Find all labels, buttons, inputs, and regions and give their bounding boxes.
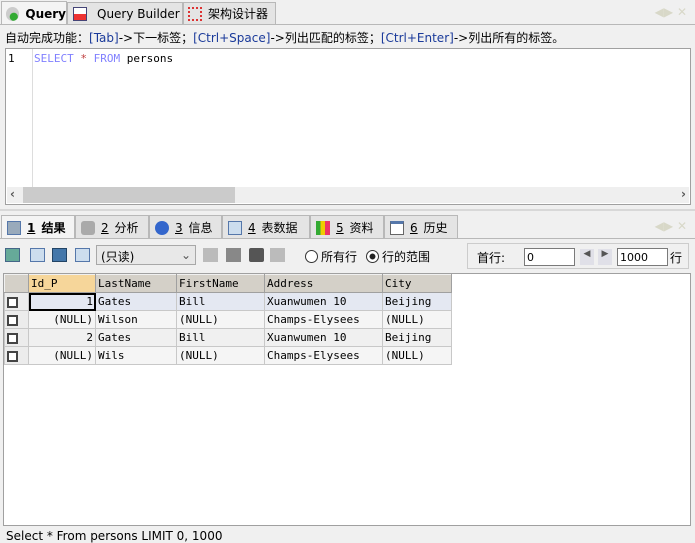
chevron-down-icon: ⌄ — [180, 248, 191, 262]
checkbox-icon[interactable] — [7, 296, 18, 308]
result-tab-analysis[interactable]: 2 分析 — [75, 215, 149, 239]
table-cell[interactable]: Xuanwumen 10 — [264, 292, 383, 311]
line-number: 1 — [8, 52, 15, 65]
duplicate-row-icon[interactable] — [52, 248, 67, 262]
table-cell[interactable]: (NULL) — [28, 310, 96, 329]
results-grid[interactable]: Id_P LastName FirstName Address City 1 Ga… — [3, 273, 691, 526]
table-cell[interactable]: 1 — [28, 292, 96, 311]
result-tab-info[interactable]: 3 信息 — [149, 215, 222, 239]
column-header[interactable]: Id_P — [28, 274, 96, 293]
sql-text[interactable]: SELECT * FROM persons — [34, 52, 173, 65]
first-row-label: 首行: — [477, 251, 506, 265]
row-selector[interactable] — [4, 346, 29, 365]
table-row[interactable]: (NULL) Wilson (NULL) Champs-Elysees (NULL) — [4, 310, 452, 329]
table-cell[interactable]: (NULL) — [28, 346, 96, 365]
result-tab-table-data[interactable]: 4 表数据 — [222, 215, 310, 239]
insert-row-icon[interactable] — [5, 248, 20, 262]
rows-label: 行 — [670, 251, 683, 265]
radio-icon-selected[interactable] — [366, 250, 379, 263]
analysis-icon — [81, 220, 95, 235]
row-selector[interactable] — [4, 310, 29, 329]
tab-label: 架构设计器 — [208, 7, 269, 21]
horizontal-scrollbar[interactable]: ‹ › — [7, 187, 689, 203]
result-tab-profile[interactable]: 5 资料 — [310, 215, 384, 239]
table-cell[interactable]: Wils — [95, 346, 177, 365]
checkbox-icon[interactable] — [7, 314, 18, 326]
checkbox-icon[interactable] — [7, 350, 18, 362]
shapes-icon — [316, 220, 330, 235]
corner-header[interactable] — [4, 274, 29, 293]
table-row[interactable]: 2 Gates Bill Xuanwumen 10 Beijing — [4, 328, 452, 347]
refresh-rows-icon[interactable] — [75, 248, 90, 262]
sql-editor[interactable]: 1 SELECT * FROM persons ‹ › — [5, 48, 691, 205]
result-tab-history[interactable]: 6 历史 — [384, 215, 458, 239]
table-cell[interactable]: Bill — [176, 292, 265, 311]
table-cell[interactable]: (NULL) — [176, 346, 265, 365]
table-cell[interactable]: (NULL) — [382, 310, 452, 329]
scrollbar-thumb[interactable] — [23, 187, 235, 203]
checkbox-icon[interactable] — [7, 332, 18, 344]
column-header[interactable]: FirstName — [176, 274, 265, 293]
table-row[interactable]: 1 Gates Bill Xuanwumen 10 Beijing — [4, 292, 452, 311]
column-header[interactable]: City — [382, 274, 452, 293]
status-bar: Select * From persons LIMIT 0, 1000 — [6, 529, 223, 543]
query-icon — [6, 6, 20, 21]
table-cell[interactable]: Champs-Elysees — [264, 346, 383, 365]
mode-select[interactable]: (只读) ⌄ — [96, 245, 196, 265]
tab-label: Query — [25, 6, 66, 21]
scroll-left-icon[interactable]: ‹ — [10, 187, 15, 201]
calendar-icon — [390, 220, 404, 235]
tab-query[interactable]: Query — [1, 1, 67, 25]
row-count-input[interactable] — [617, 248, 668, 266]
results-icon — [7, 220, 21, 235]
radio-icon[interactable] — [305, 250, 318, 263]
new-row-icon[interactable] — [203, 248, 218, 262]
radio-row-range[interactable]: 行的范围 — [366, 248, 430, 265]
row-range-group: 首行: ◀ ▶ 行 — [467, 243, 689, 269]
prev-page-button[interactable]: ◀ — [580, 249, 594, 265]
tab-nav-arrows[interactable]: ◀▶ ✕ — [655, 5, 687, 19]
result-tab-nav[interactable]: ◀▶ ✕ — [655, 219, 687, 233]
line-gutter: 1 — [6, 49, 33, 187]
cancel-changes-icon[interactable] — [270, 248, 285, 262]
table-cell[interactable]: Beijing — [382, 328, 452, 347]
table-cell[interactable]: (NULL) — [176, 310, 265, 329]
next-page-button[interactable]: ▶ — [598, 249, 612, 265]
tab-schema-designer[interactable]: 架构设计器 — [183, 2, 276, 24]
first-row-input[interactable] — [524, 248, 575, 266]
radio-all-rows[interactable]: 所有行 — [305, 248, 357, 265]
tab-query-builder[interactable]: Query Builder — [67, 2, 183, 24]
table-cell[interactable]: Xuanwumen 10 — [264, 328, 383, 347]
schema-designer-icon — [188, 6, 202, 21]
autocomplete-hint: 自动完成功能：[Tab]->下一标签；[Ctrl+Space]->列出匹配的标签… — [5, 31, 565, 45]
header-row: Id_P LastName FirstName Address City — [4, 274, 452, 293]
add-row-icon[interactable] — [30, 248, 45, 262]
table-cell[interactable]: Wilson — [95, 310, 177, 329]
column-header[interactable]: Address — [264, 274, 383, 293]
table-row[interactable]: (NULL) Wils (NULL) Champs-Elysees (NULL) — [4, 346, 452, 365]
table-cell[interactable]: Beijing — [382, 292, 452, 311]
table-cell[interactable]: 2 — [28, 328, 96, 347]
table-cell[interactable]: Champs-Elysees — [264, 310, 383, 329]
save-icon[interactable] — [226, 248, 241, 262]
tab-label: Query Builder — [97, 6, 180, 21]
table-cell[interactable]: Gates — [95, 328, 177, 347]
table-cell[interactable]: Bill — [176, 328, 265, 347]
row-selector[interactable] — [4, 328, 29, 347]
divider — [0, 24, 695, 25]
row-selector[interactable] — [4, 292, 29, 311]
query-builder-icon — [73, 6, 87, 21]
table-cell[interactable]: Gates — [95, 292, 177, 311]
divider — [0, 238, 695, 239]
splitter[interactable] — [0, 209, 695, 211]
scroll-right-icon[interactable]: › — [681, 187, 686, 201]
table-data-icon — [228, 220, 242, 235]
result-tab-results[interactable]: 1 结果 — [1, 215, 75, 239]
results-table: Id_P LastName FirstName Address City 1 Ga… — [4, 274, 452, 365]
info-icon — [155, 220, 169, 235]
column-header[interactable]: LastName — [95, 274, 177, 293]
table-cell[interactable]: (NULL) — [382, 346, 452, 365]
trash-icon[interactable] — [249, 248, 264, 262]
